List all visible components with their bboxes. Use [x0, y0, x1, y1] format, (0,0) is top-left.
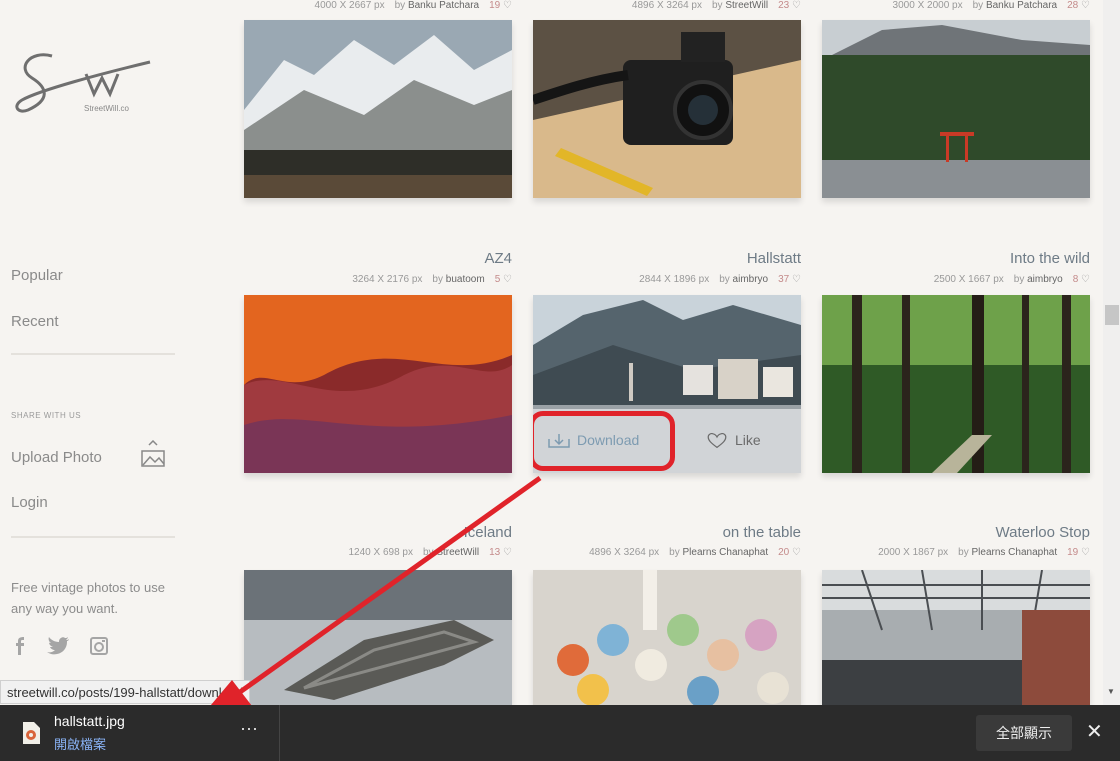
- photo-canyon[interactable]: [244, 295, 512, 473]
- sidebar: StreetWill.co Popular Recent SHARE WITH …: [0, 0, 190, 761]
- photo-plane-wreck[interactable]: [244, 570, 512, 706]
- open-file-link[interactable]: 開啟檔案: [54, 734, 106, 753]
- nav-recent[interactable]: Recent: [11, 313, 59, 330]
- share-label: SHARE WITH US: [11, 411, 82, 420]
- logo-subtitle: StreetWill.co: [84, 104, 129, 113]
- photo-title[interactable]: Waterloo Stop: [996, 524, 1091, 541]
- photo-snowy-mountains[interactable]: [244, 20, 512, 198]
- photo-meta: 3000 X 2000 px by Banku Patchara 28 ♡: [892, 0, 1090, 11]
- photo-title[interactable]: Iceland: [464, 524, 512, 541]
- download-label: Download: [577, 432, 640, 448]
- photo-meta: 2844 X 1896 px by aimbryo 37 ♡: [639, 274, 801, 285]
- photo-camera[interactable]: [533, 20, 801, 198]
- like-label: Like: [735, 432, 761, 448]
- upload-image-icon[interactable]: [140, 440, 166, 468]
- tagline: Free vintage photos to use any way you w…: [11, 580, 165, 616]
- photo-meta: 1240 X 698 px by StreetWill 13 ♡: [348, 547, 512, 558]
- download-item[interactable]: hallstatt.jpg 開啟檔案 ⋯: [0, 705, 280, 761]
- scroll-down-arrow-icon[interactable]: ▼: [1107, 687, 1115, 696]
- photo-station[interactable]: [822, 570, 1090, 706]
- more-options-icon[interactable]: ⋯: [240, 719, 258, 740]
- photo-meta: 2000 X 1867 px by Plearns Chanaphat 19 ♡: [878, 547, 1090, 558]
- download-tray-icon: [548, 434, 570, 449]
- browser-download-bar: hallstatt.jpg 開啟檔案 ⋯ 全部顯示 ✕: [0, 705, 1120, 761]
- photo-forest[interactable]: [822, 295, 1090, 473]
- twitter-icon[interactable]: [46, 636, 70, 656]
- photo-meta: 3264 X 2176 px by buatoom 5 ♡: [352, 274, 512, 285]
- download-file-name: hallstatt.jpg: [54, 713, 125, 729]
- link-status-url: streetwill.co/posts/199-hallstatt/downlo…: [0, 680, 251, 704]
- heart-icon: [707, 433, 727, 449]
- divider: [11, 536, 175, 538]
- image-file-icon: [23, 722, 40, 744]
- photo-meta: 4896 X 3264 px by StreetWill 23 ♡: [631, 0, 801, 11]
- show-all-button[interactable]: 全部顯示: [976, 715, 1072, 751]
- instagram-icon[interactable]: [89, 636, 109, 656]
- photo-title[interactable]: AZ4: [484, 250, 512, 267]
- page-scrollbar[interactable]: ▼: [1103, 0, 1120, 705]
- upload-photo-link[interactable]: Upload Photo: [11, 449, 102, 466]
- download-button[interactable]: Download: [547, 432, 639, 449]
- divider: [11, 353, 175, 355]
- photo-meta: 4896 X 3264 px by Plearns Chanaphat 20 ♡: [589, 547, 801, 558]
- login-link[interactable]: Login: [11, 494, 48, 511]
- photo-markers[interactable]: [533, 570, 801, 706]
- photo-hover-actions: Download Like: [533, 409, 801, 473]
- facebook-icon[interactable]: [10, 636, 30, 656]
- photo-torii-lake[interactable]: [822, 20, 1090, 198]
- photo-hallstatt[interactable]: Download Like: [533, 295, 801, 473]
- scroll-thumb[interactable]: [1105, 305, 1119, 325]
- photo-title[interactable]: Into the wild: [1010, 250, 1090, 267]
- photo-title[interactable]: on the table: [723, 524, 801, 541]
- like-button[interactable]: Like: [705, 432, 761, 449]
- photo-meta: 2500 X 1667 px by aimbryo 8 ♡: [933, 274, 1090, 285]
- close-icon[interactable]: ✕: [1086, 719, 1103, 744]
- photo-meta: 4000 X 2667 px by Banku Patchara 19 ♡: [314, 0, 512, 11]
- nav-popular[interactable]: Popular: [11, 267, 63, 284]
- photo-title[interactable]: Hallstatt: [747, 250, 801, 267]
